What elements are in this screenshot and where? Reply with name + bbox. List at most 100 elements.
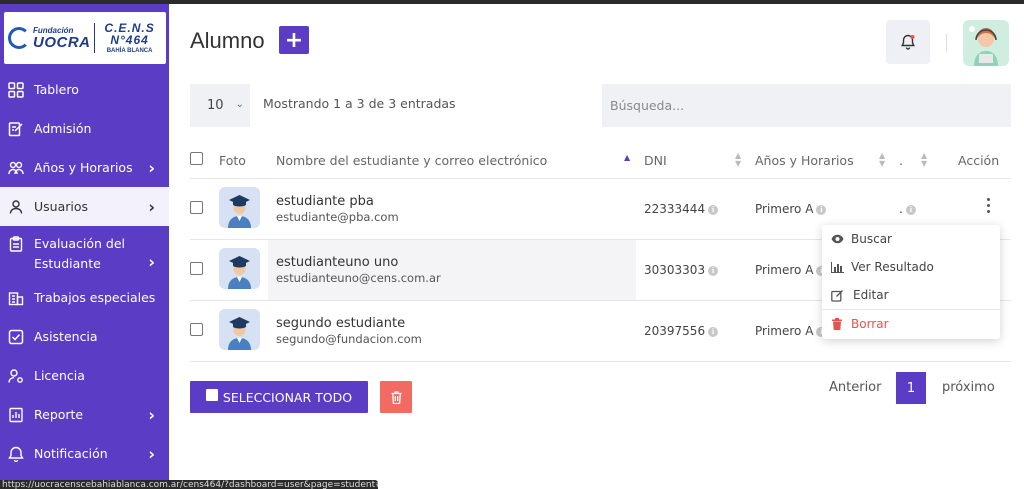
sidebar-item-label: Licencia [34,367,85,383]
student-avatar [219,248,260,289]
sort-icon[interactable]: ▲ ▼ [735,152,741,168]
sidebar-item-asistencia[interactable]: Asistencia [0,317,169,356]
pagination-previous[interactable]: Anterior [829,380,881,395]
chevron-right-icon: › [148,405,155,424]
info-icon[interactable]: i [905,205,916,215]
student-name[interactable]: segundo estudiante [276,316,405,331]
pagination-next[interactable]: próximo [942,380,995,395]
sort-icon[interactable]: ▲ ▼ [879,152,885,168]
sort-icon[interactable]: ▲ ▼ [921,152,927,168]
logo-cens-text: C.E.N.S N°464 BAHÍA BLANCA [97,22,162,54]
row-checkbox[interactable] [190,262,203,275]
table-controls: 10 ⌄ Mostrando 1 a 3 de 3 entradas [190,84,1011,127]
bell-icon [901,34,915,50]
student-dni: 20397556 i [644,324,719,338]
select-all-label: SELECCIONAR TODO [222,389,353,405]
info-icon[interactable]: i [708,327,719,337]
sidebar-item-reporte[interactable]: Reporte › [0,395,169,434]
year-value: Primero A [755,324,814,338]
sidebar-item-anios-horarios[interactable]: Años y Horarios › [0,148,169,187]
student-avatar [219,309,260,350]
column-name[interactable]: Nombre del estudiante y correo electróni… [276,153,547,168]
student-dni: 22333444 i [644,202,719,216]
row-hover-highlight [268,240,636,300]
pagination-page[interactable]: 1 [896,372,926,404]
row-actions-menu: Buscar Ver Resultado Editar Borrar [822,225,1000,339]
student-dni: 30303303 i [644,263,719,277]
sidebar-item-label: Tablero [34,81,79,97]
chevron-right-icon: › [148,444,155,463]
edit-icon [830,288,844,302]
student-year: Primero Ai [755,324,827,338]
student-name[interactable]: estudiante pba [276,194,374,209]
sidebar: Fundación UOCRA C.E.N.S N°464 BAHÍA BLAN… [0,4,169,489]
add-student-button[interactable]: + [279,26,309,54]
browser-status-bar: https://uocracenscebahiablanca.com.ar/ce… [0,480,378,489]
year-value: Primero A [755,263,814,277]
chevron-right-icon: › [148,197,155,216]
student-name[interactable]: estudianteuno uno [276,255,398,270]
select-all-button[interactable]: SELECCIONAR TODO [190,381,368,413]
chevron-right-icon: › [148,252,155,272]
dni-value: 22333444 [644,202,706,216]
sidebar-item-usuarios[interactable]: Usuarios › [0,187,169,226]
student-year: Primero Ai [755,202,827,216]
logo-uocra-text: Fundación UOCRA [33,26,91,50]
student-email: segundo@fundacion.com [276,332,422,346]
logo-divider [93,23,95,53]
sidebar-item-label: Trabajos especiales [34,289,156,305]
info-icon[interactable]: i [816,205,827,215]
row-checkbox[interactable] [190,323,203,336]
year-value: Primero A [755,202,814,216]
student-dot: .i [899,202,916,216]
column-dni[interactable]: DNI [644,153,667,168]
student-year: Primero Ai [755,263,827,277]
chevron-down-icon: ⌄ [235,99,244,110]
sort-asc-icon[interactable]: ▲ [624,154,630,162]
delete-selected-button[interactable] [380,381,412,413]
sidebar-item-evaluacion[interactable]: Evaluación del Estudiante › [0,226,169,278]
entries-per-page-select[interactable]: 10 ⌄ [190,84,250,127]
bar-chart-icon [830,260,844,274]
sidebar-item-admision[interactable]: Admisión [0,109,169,148]
menu-item-borrar[interactable]: Borrar [822,309,1000,337]
dot-value: . [899,202,903,216]
menu-item-editar[interactable]: Editar [822,281,1000,309]
info-icon[interactable]: i [708,205,719,215]
info-icon[interactable]: i [708,266,719,276]
menu-item-label: Ver Resultado [851,260,934,274]
table-header: Foto Nombre del estudiante y correo elec… [190,146,1011,179]
column-action: Acción [958,153,1000,168]
header-divider [946,34,947,52]
trash-icon [830,317,844,331]
sidebar-item-trabajos[interactable]: Trabajos especiales [0,278,169,317]
notifications-button[interactable] [886,20,930,64]
column-photo: Foto [219,153,246,168]
sidebar-item-notificacion[interactable]: Notificación › [0,434,169,473]
dni-value: 30303303 [644,263,706,277]
user-icon [8,199,24,215]
report-icon [8,407,24,423]
user-avatar[interactable] [963,20,1009,66]
menu-item-ver-resultado[interactable]: Ver Resultado [822,253,1000,281]
chevron-right-icon: › [148,158,155,177]
sidebar-item-licencia[interactable]: Licencia [0,356,169,395]
logo[interactable]: Fundación UOCRA C.E.N.S N°464 BAHÍA BLAN… [4,12,166,64]
sidebar-item-label: Admisión [34,120,92,136]
column-year[interactable]: Años y Horarios [755,153,854,168]
sidebar-menu: Tablero Admisión Años y Horarios › Usuar… [0,70,169,473]
row-checkbox[interactable] [190,201,203,214]
check-square-icon [8,329,24,345]
sidebar-item-tablero[interactable]: Tablero [0,70,169,109]
select-all-checkbox[interactable] [190,152,203,165]
menu-item-label: Editar [853,288,889,302]
search-input[interactable] [602,84,1011,127]
user-settings-icon [8,368,24,384]
column-dot[interactable]: . [899,153,903,168]
trash-icon [391,390,401,404]
sidebar-item-label: Asistencia [34,328,98,344]
edit-document-icon [8,121,24,137]
building-icon [8,290,24,306]
row-actions-button[interactable] [985,198,991,218]
menu-item-buscar[interactable]: Buscar [822,225,1000,253]
